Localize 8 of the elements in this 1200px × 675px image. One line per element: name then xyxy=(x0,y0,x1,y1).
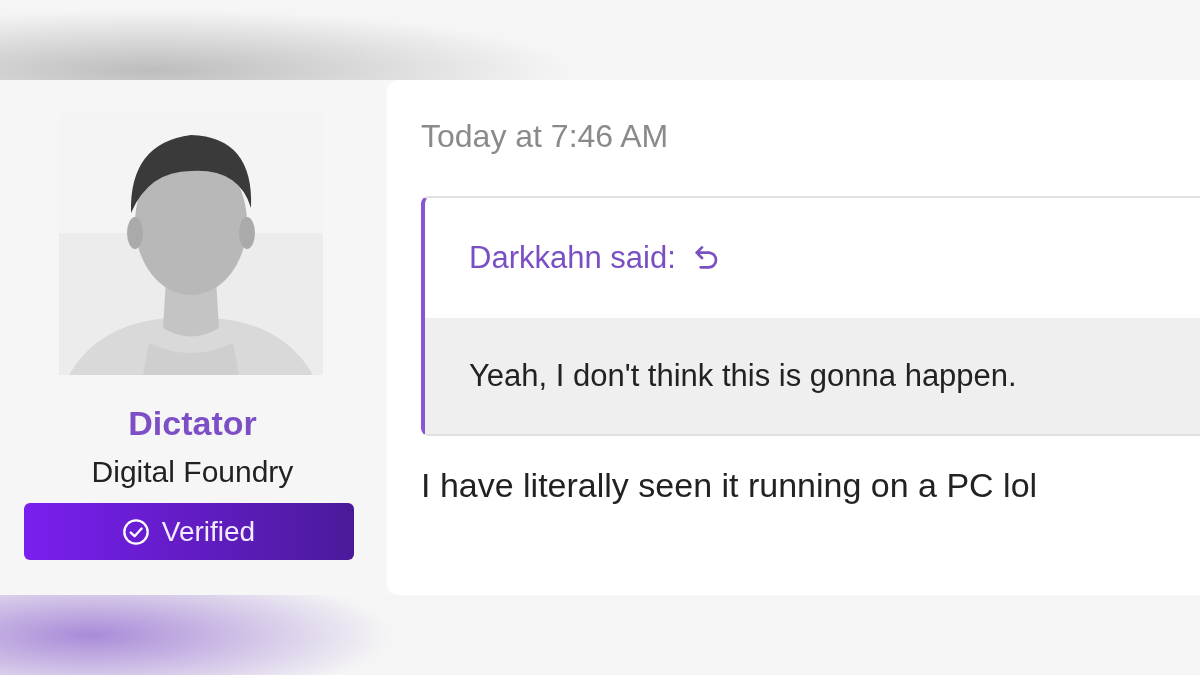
user-name[interactable]: Dictator xyxy=(128,405,257,441)
check-circle-icon xyxy=(121,517,150,546)
quote-author[interactable]: Darkkahn said: xyxy=(469,240,676,276)
user-title: Digital Foundry xyxy=(91,455,294,489)
post-message: I have literally seen it running on a PC lol xyxy=(421,466,1038,505)
verified-badge[interactable]: Verified xyxy=(23,503,354,560)
quote-text: Yeah, I don't think this is gonna happen. xyxy=(469,358,1017,394)
post-timestamp[interactable]: Today at 7:46 AM xyxy=(421,116,669,156)
